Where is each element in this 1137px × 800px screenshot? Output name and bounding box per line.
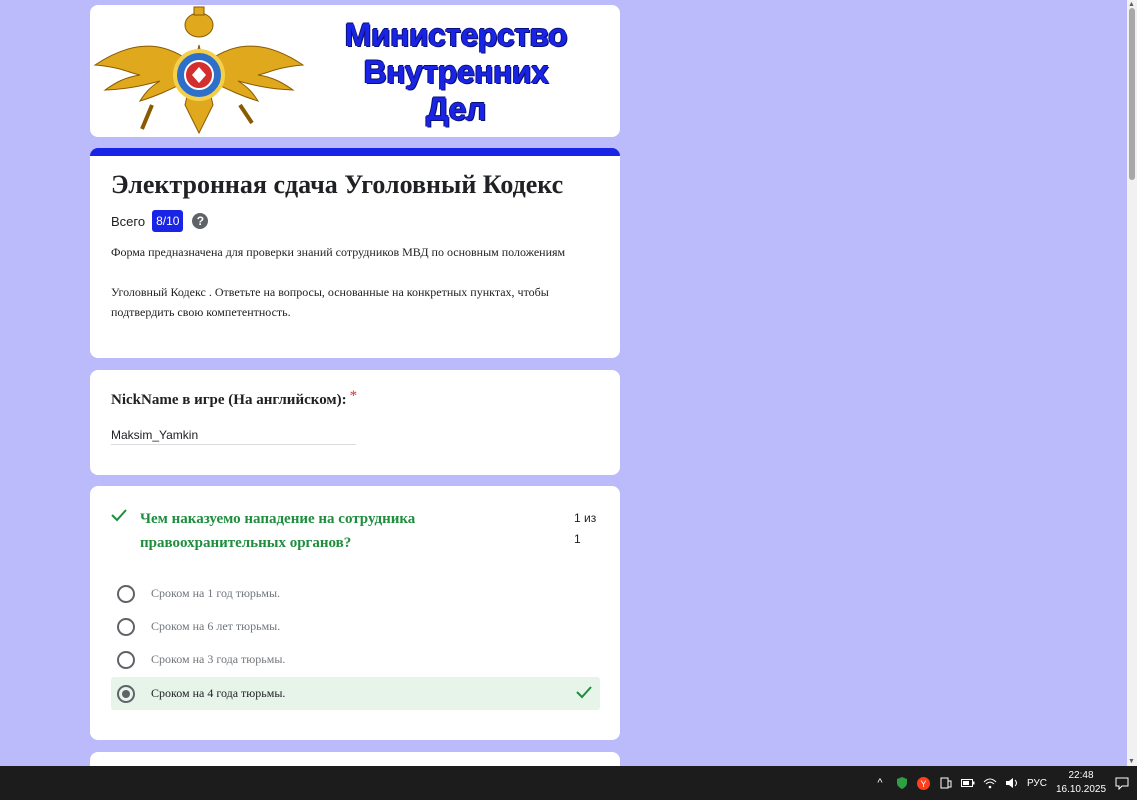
clock-date: 16.10.2025: [1055, 784, 1107, 795]
taskbar: ^ Y РУС 22:48 16.10.2025: [0, 766, 1137, 800]
system-tray: ^ Y РУС 22:48 16.10.2025: [873, 766, 1137, 800]
question-card: Чем наказуемо нападение на сотрудника пр…: [90, 486, 620, 740]
points-line: 1: [574, 532, 581, 546]
nickname-question-card: NickName в игре (На английском): * Maksim…: [90, 370, 620, 475]
clock-time: 22:48: [1068, 770, 1094, 781]
radio-button-selected[interactable]: [117, 684, 135, 703]
scrollbar-thumb[interactable]: [1129, 8, 1135, 180]
chevron-up-icon[interactable]: ^: [873, 776, 887, 790]
form-title: Электронная сдача Уголовный Кодекс: [111, 170, 564, 199]
radio-button[interactable]: [117, 617, 135, 636]
description-paragraph: Форма предназначена для проверки знаний …: [111, 245, 566, 259]
description-paragraph: Уголовный Кодекс . Ответьте на вопросы, …: [111, 285, 549, 319]
answer-option-selected[interactable]: Сроком на 4 года тюрьмы.: [111, 677, 600, 710]
svg-text:Y: Y: [921, 779, 927, 789]
form-header-card: Электронная сдача Уголовный Кодекс Всего…: [90, 148, 620, 358]
option-label: Сроком на 4 года тюрьмы.: [151, 686, 286, 700]
check-icon: [111, 509, 127, 522]
tablet-mode-icon[interactable]: [939, 776, 953, 790]
question-points: 1 из 1: [574, 508, 614, 550]
answer-option[interactable]: Сроком на 6 лет тюрьмы.: [111, 610, 600, 643]
nickname-label: NickName в игре (На английском): *: [111, 388, 357, 409]
option-label: Сроком на 6 лет тюрьмы.: [151, 619, 281, 633]
yandex-icon[interactable]: Y: [917, 776, 931, 790]
shield-icon[interactable]: [895, 776, 909, 790]
banner-title-line: Дел: [426, 91, 486, 127]
volume-icon[interactable]: [1005, 776, 1019, 790]
language-indicator[interactable]: РУС: [1027, 778, 1047, 789]
help-icon[interactable]: ?: [192, 213, 209, 229]
option-label: Сроком на 1 год тюрьмы.: [151, 586, 281, 600]
required-mark: *: [349, 388, 358, 404]
option-label: Сроком на 3 года тюрьмы.: [151, 652, 286, 666]
score-badge: 8/10: [152, 210, 184, 232]
banner-title-line: Министерство: [344, 17, 568, 53]
notifications-icon[interactable]: [1115, 776, 1129, 790]
score-label: Всего: [111, 213, 146, 229]
battery-icon[interactable]: [960, 776, 975, 790]
scrollbar[interactable]: ▲ ▼: [1127, 0, 1137, 766]
score-summary: Всего 8/10 ?: [111, 210, 209, 232]
radio-button[interactable]: [117, 650, 135, 669]
mvd-emblem-icon: [93, 6, 305, 135]
scroll-up-icon[interactable]: ▲: [1128, 1, 1135, 8]
nickname-label-text: NickName в игре (На английском):: [111, 392, 347, 408]
nickname-answer-field[interactable]: Maksim_Yamkin: [111, 428, 356, 445]
points-line: 1 из: [574, 511, 597, 525]
answer-option[interactable]: Сроком на 1 год тюрьмы.: [111, 577, 600, 610]
clock[interactable]: 22:48 16.10.2025: [1055, 769, 1107, 797]
radio-button[interactable]: [117, 584, 135, 603]
question-text: Чем наказуемо нападение на сотрудника пр…: [140, 511, 416, 551]
scroll-down-icon[interactable]: ▼: [1128, 758, 1135, 765]
form-description: Форма предназначена для проверки знаний …: [111, 242, 606, 342]
correct-check-icon: [576, 686, 592, 699]
wifi-icon[interactable]: [983, 776, 997, 790]
banner-title-line: Внутренних: [363, 54, 549, 90]
answer-option[interactable]: Сроком на 3 года тюрьмы.: [111, 643, 600, 676]
header-banner: Министерство Внутренних Дел: [90, 5, 620, 137]
banner-title: Министерство Внутренних Дел: [340, 17, 572, 128]
